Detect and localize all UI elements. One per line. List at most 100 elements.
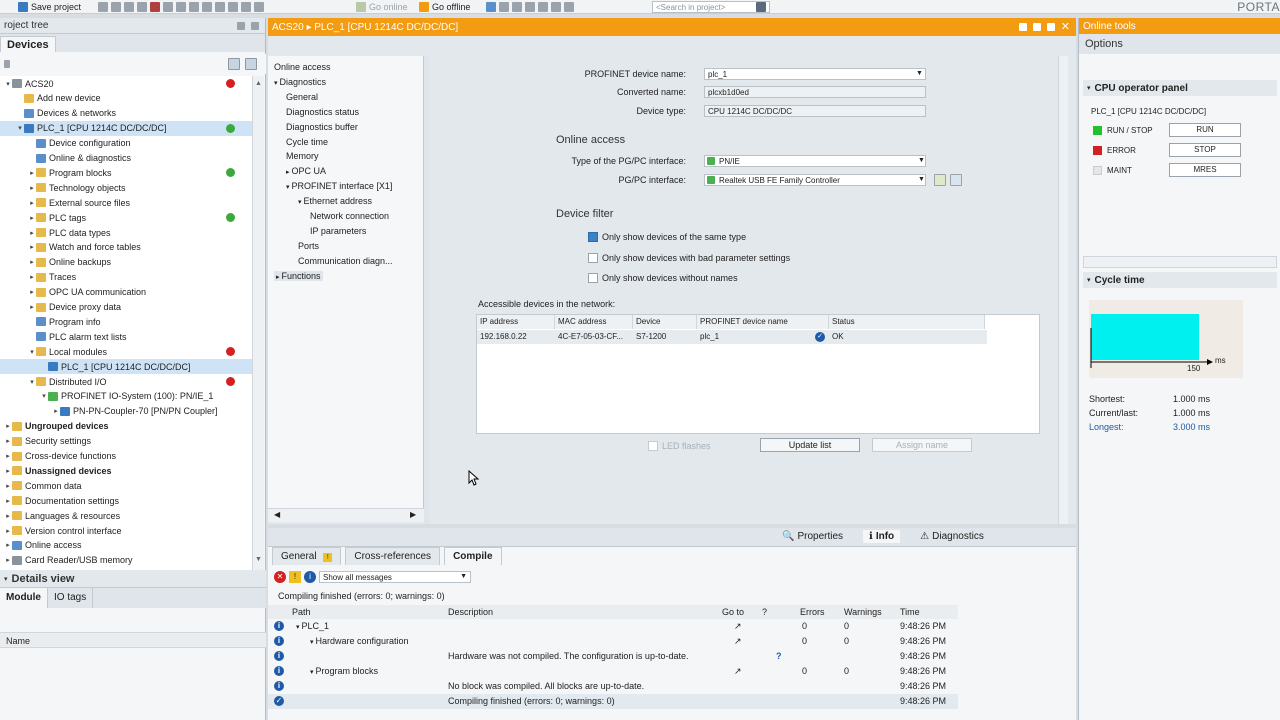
tree-item[interactable]: Add new device (0, 91, 252, 106)
expand-toggle-icon[interactable]: ▸ (52, 407, 60, 415)
checkbox-disabled-icon[interactable] (648, 441, 658, 451)
tab-cross-references[interactable]: Cross-references (345, 547, 441, 565)
tree-item[interactable]: Device configuration (0, 136, 252, 151)
split-horizontal-icon[interactable] (525, 2, 535, 12)
col-device[interactable]: Device (633, 315, 697, 329)
dropdown-arrow-icon[interactable]: ▼ (918, 157, 925, 164)
tree-item[interactable]: PLC alarm text lists (0, 329, 252, 344)
accessible-devices-icon[interactable] (486, 2, 496, 12)
tab-general[interactable]: General ! (272, 547, 342, 565)
tree-item[interactable]: ▸ PLC data types (0, 225, 252, 240)
checkbox-icon[interactable] (588, 253, 598, 263)
expand-toggle-icon[interactable]: ▸ (28, 273, 36, 281)
cut-icon[interactable] (111, 2, 121, 12)
portal-view-label[interactable]: PORTA (1237, 0, 1280, 14)
copy-icon[interactable] (124, 2, 134, 12)
tree-item[interactable]: PLC_1 [CPU 1214C DC/DC/DC] (0, 359, 252, 375)
expand-toggle-icon[interactable]: ▾ (4, 80, 12, 88)
split-vertical-icon[interactable] (538, 2, 548, 12)
col-status[interactable]: Status (829, 315, 985, 329)
nav-item[interactable]: ▾ Diagnostics (274, 77, 326, 87)
filter-same-type-checkbox[interactable]: Only show devices of the same type (588, 232, 746, 242)
save-project-button[interactable]: Save project (18, 1, 81, 13)
close-icon[interactable] (512, 2, 522, 12)
maximize-icon[interactable] (1046, 23, 1055, 31)
nav-item[interactable]: Network connection (310, 211, 389, 221)
nav-item[interactable]: General (286, 92, 318, 102)
tree-item[interactable]: ▾ PROFINET IO-System (100): PN/IE_1 (0, 389, 252, 404)
col-help[interactable]: ? (762, 607, 767, 617)
warning-filter-icon[interactable]: ! (289, 571, 301, 583)
expand-toggle-icon[interactable]: ▸ (4, 422, 12, 430)
go-online-button[interactable]: Go online (356, 1, 408, 13)
tree-item[interactable]: ▸ Technology objects (0, 180, 252, 195)
diagnostics-tab[interactable]: ⚠ Diagnostics (914, 530, 990, 543)
filter-no-names-checkbox[interactable]: Only show devices without names (588, 273, 738, 283)
tree-item[interactable]: ▸ Languages & resources (0, 508, 252, 523)
assign-name-button[interactable]: Assign name (872, 438, 972, 452)
tree-item[interactable]: ▸ Cross-device functions (0, 449, 252, 464)
expand-toggle-icon[interactable]: ▾ (16, 124, 24, 132)
checkbox-checked-icon[interactable] (588, 232, 598, 242)
tree-item[interactable]: ▾ Distributed I/O (0, 374, 252, 389)
tree-item[interactable]: ▸ Online access (0, 538, 252, 553)
expand-toggle-icon[interactable]: ▸ (28, 258, 36, 266)
tree-item[interactable]: ▸ Card Reader/USB memory (0, 553, 252, 568)
tree-item[interactable]: ▸ Common data (0, 478, 252, 493)
delete-icon[interactable] (150, 2, 160, 12)
stop-button[interactable]: STOP (1169, 143, 1241, 157)
filter-icon[interactable] (245, 58, 257, 70)
info-tab[interactable]: ℹ Info (863, 530, 901, 543)
nav-item[interactable]: Communication diagn... (298, 256, 393, 266)
tab-devices[interactable]: Devices (0, 36, 56, 52)
paste-icon[interactable] (137, 2, 147, 12)
dropdown-arrow-icon[interactable]: ▼ (918, 176, 925, 183)
tree-item[interactable]: ▸ Documentation settings (0, 493, 252, 508)
expand-toggle-icon[interactable]: ▸ (4, 512, 12, 520)
nav-item[interactable]: Cycle time (286, 137, 328, 147)
run-button[interactable]: RUN (1169, 123, 1241, 137)
expand-toggle-icon[interactable]: ▸ (28, 288, 36, 296)
tree-item[interactable]: ▾ PLC_1 [CPU 1214C DC/DC/DC] (0, 120, 252, 136)
tree-item[interactable]: ▸ Traces (0, 270, 252, 285)
expand-toggle-icon[interactable]: ▸ (4, 467, 12, 475)
col-path[interactable]: Path (292, 607, 311, 617)
nav-item[interactable]: Online access (274, 62, 331, 72)
col-errors[interactable]: Errors (800, 607, 825, 617)
nav-item[interactable]: ▾ Ethernet address (298, 196, 372, 206)
expand-toggle-icon[interactable]: ▾ (40, 392, 48, 400)
redo-icon[interactable] (176, 2, 186, 12)
tree-item[interactable]: ▸ Device proxy data (0, 300, 252, 315)
pgpc-type-dropdown[interactable]: PN/IE (704, 155, 926, 167)
go-offline-button[interactable]: Go offline (419, 1, 470, 13)
col-ip-address[interactable]: IP address (477, 315, 555, 329)
window-2-icon[interactable] (564, 2, 574, 12)
expand-toggle-icon[interactable]: ▸ (28, 169, 36, 177)
tree-item[interactable]: ▸ Version control interface (0, 523, 252, 538)
nav-item[interactable]: Ports (298, 241, 319, 251)
info-filter-icon[interactable]: i (304, 571, 316, 583)
close-editor-icon[interactable]: ✕ (1061, 22, 1070, 33)
nav-item[interactable]: Diagnostics status (286, 107, 359, 117)
simulation-icon[interactable] (228, 2, 238, 12)
expand-toggle-icon[interactable]: ▸ (4, 497, 12, 505)
goto-icon[interactable]: ↗ (734, 636, 742, 647)
message-row[interactable]: i ▾ PLC_1 ↗ 0 0 9:48:26 PM (268, 619, 958, 634)
dropdown-arrow-icon[interactable]: ▼ (916, 70, 923, 77)
goto-icon[interactable]: ↗ (734, 621, 742, 632)
expand-toggle-icon[interactable]: ▾ (28, 378, 36, 386)
compile-icon[interactable] (189, 2, 199, 12)
upload-icon[interactable] (215, 2, 225, 12)
goto-icon[interactable]: ↗ (734, 666, 742, 677)
expand-toggle-icon[interactable]: ▸ (4, 556, 12, 564)
splitter[interactable] (424, 56, 430, 524)
tree-item[interactable]: ▾ ACS20 (0, 76, 252, 91)
content-scrollbar[interactable] (1058, 56, 1068, 524)
expand-toggle-icon[interactable]: ▸ (28, 184, 36, 192)
expand-toggle-icon[interactable]: ▸ (4, 437, 12, 445)
message-row[interactable]: i No block was compiled. All blocks are u… (268, 679, 958, 694)
tree-item[interactable]: ▸ PN-PN-Coupler-70 [PN/PN Coupler] (0, 404, 252, 419)
col-goto[interactable]: Go to (722, 607, 744, 617)
tree-item[interactable]: ▸ OPC UA communication (0, 285, 252, 300)
expand-toggle-icon[interactable]: ▸ (28, 229, 36, 237)
